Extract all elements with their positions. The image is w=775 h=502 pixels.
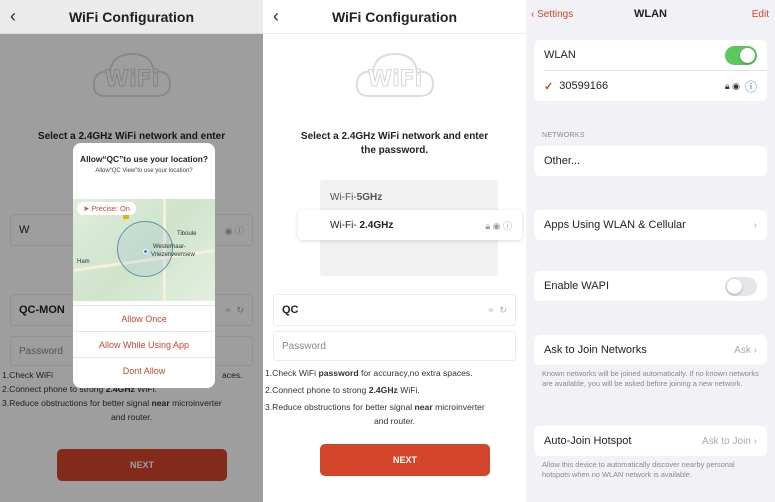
auto-join-label: Auto-Join Hotspot: [544, 435, 632, 447]
lock-wifi-icon: 🔒︎ ◉: [724, 80, 740, 91]
chevron-right-icon: ›: [753, 344, 757, 356]
networks-group: Other...: [534, 146, 767, 176]
ask-join-row[interactable]: Ask to Join Networks Ask ›: [534, 335, 767, 365]
dont-allow-button[interactable]: Dont Allow: [73, 357, 215, 383]
location-permission-dialog: Allow“QC”to use your location? Allow“QC …: [73, 143, 215, 388]
refresh-icon[interactable]: ↻: [499, 305, 507, 316]
other-network-row[interactable]: Other...: [534, 146, 767, 176]
wifi-illustration: Wi-Fi-5GHz Wi-Fi- 2.4GHz 🔒︎ ◉ ⓘ: [298, 180, 522, 276]
wifi-24-bold: 2.4GHz: [359, 219, 394, 231]
apps-wlan-label: Apps Using WLAN & Cellular: [544, 219, 686, 231]
wifi-logo: WiFi: [351, 46, 439, 106]
tip3-line2: and router.: [373, 416, 416, 426]
tip1-post: for accuracy,no extra spaces.: [358, 368, 473, 378]
map-label: Ham: [77, 259, 90, 265]
instruction-text: Select a 2.4GHz WiFi network and enter t…: [300, 131, 489, 156]
apps-wlan-row[interactable]: Apps Using WLAN & Cellular ›: [534, 210, 767, 240]
chevron-right-icon: ›: [753, 435, 757, 447]
wlan-group: WLAN ✓ 30599166 🔒︎ ◉ ⓘ: [534, 40, 767, 101]
networks-header: NETWORKS: [542, 132, 585, 139]
password-input[interactable]: Password: [273, 331, 516, 361]
dialog-subtitle: Allow“QC View”to use your location?: [95, 168, 193, 174]
header: ‹ WiFi Configuration: [263, 0, 526, 34]
auto-join-row[interactable]: Auto-Join Hotspot Ask to Join ›: [534, 426, 767, 456]
edit-button[interactable]: Edit: [752, 9, 769, 20]
tip2-post: WiFi.: [397, 385, 420, 395]
tip3-post: microinverter: [432, 402, 485, 412]
wlan-label: WLAN: [544, 49, 576, 61]
back-icon[interactable]: ‹: [273, 6, 279, 27]
wifi-24-row: Wi-Fi- 2.4GHz 🔒︎ ◉ ⓘ: [298, 210, 522, 240]
apps-wlan-group: Apps Using WLAN & Cellular ›: [534, 210, 767, 240]
tip1-bold: password: [318, 368, 359, 378]
dialog-title: Allow“QC”to use your location?: [80, 154, 208, 164]
auto-join-footer: Allow this device to automatically disco…: [542, 460, 735, 479]
tip3-bold: near: [414, 402, 433, 412]
ask-join-footer: Known networks will be joined automatica…: [542, 369, 759, 388]
auto-join-group: Auto-Join Hotspot Ask to Join ›: [534, 426, 767, 456]
wapi-label: Enable WAPI: [544, 280, 610, 292]
tips: 1.Check WiFi password for accuracy,no ex…: [265, 366, 524, 428]
nav-bar: ‹ Settings WLAN Edit: [526, 0, 775, 30]
info-icon[interactable]: ⓘ: [745, 78, 757, 95]
screen-wifi-config-permission: ‹ WiFi Configuration WiFi Select a 2.4GH…: [0, 0, 263, 502]
ask-join-value: Ask: [734, 344, 751, 356]
tip2-pre: 2.Connect phone to strong: [265, 385, 369, 395]
chevron-right-icon: ›: [753, 219, 757, 231]
precise-toggle[interactable]: ➤ Precise: On: [77, 202, 136, 215]
wapi-toggle[interactable]: [725, 276, 757, 296]
ask-join-label: Ask to Join Networks: [544, 344, 647, 356]
wlan-toggle-row: WLAN: [534, 40, 767, 70]
screen-ios-wlan-settings: ‹ Settings WLAN Edit WLAN ✓ 30599166 🔒︎ …: [526, 0, 775, 502]
wapi-group: Enable WAPI: [534, 271, 767, 301]
wlan-toggle[interactable]: [725, 45, 757, 65]
connected-network-row[interactable]: ✓ 30599166 🔒︎ ◉ ⓘ: [534, 71, 767, 101]
location-map: Tiboule Westerhaar- Vriezenveensew Ham ➤…: [73, 199, 215, 301]
tip1-pre: 1.Check WiFi: [265, 368, 319, 378]
ask-join-group: Ask to Join Networks Ask ›: [534, 335, 767, 365]
wifi-24-prefix: Wi-Fi-: [330, 219, 360, 231]
checkmark-icon: ✓: [544, 80, 554, 93]
page-title: WLAN: [634, 8, 667, 20]
location-dot-icon: [143, 249, 148, 254]
allow-while-using-button[interactable]: Allow While Using App: [73, 331, 215, 357]
map-label: Westerhaar-: [153, 244, 186, 250]
dropdown-icon[interactable]: ≈: [489, 305, 494, 315]
ssid-input[interactable]: QC ≈ ↻: [273, 294, 516, 326]
network-name: 30599166: [559, 80, 609, 92]
tip2-bold: 2.4GHz: [368, 385, 398, 395]
tip3-pre: 3.Reduce obstructions for better signal: [265, 402, 415, 412]
lock-wifi-info-icon: 🔒︎ ◉ ⓘ: [485, 220, 512, 231]
page-title: WiFi Configuration: [331, 8, 458, 25]
allow-once-button[interactable]: Allow Once: [73, 305, 215, 331]
wifi-5g-label: Wi-Fi-5GHz: [330, 192, 383, 203]
map-label: Vriezenveensew: [151, 252, 195, 258]
auto-join-value: Ask to Join: [701, 435, 751, 447]
wapi-row: Enable WAPI: [534, 271, 767, 301]
wifi-cloud-icon: WiFi: [355, 52, 434, 97]
ssid-value: QC: [282, 304, 299, 316]
map-label: Tiboule: [177, 231, 197, 237]
screen-wifi-config: ‹ WiFi Configuration WiFi Select a 2.4GH…: [263, 0, 526, 502]
dim-header-overlay: [0, 0, 263, 34]
logo-text: WiFi: [367, 67, 421, 92]
next-button[interactable]: NEXT: [320, 444, 490, 476]
